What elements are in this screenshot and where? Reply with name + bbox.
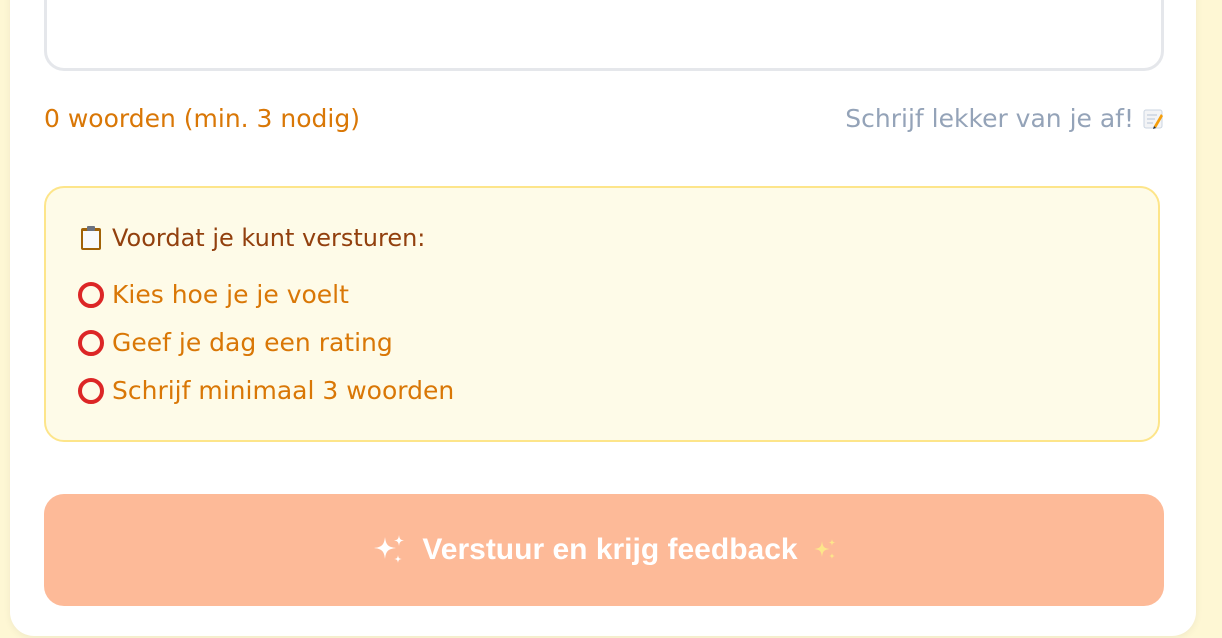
writing-hint-label: Schrijf lekker van je af! (845, 103, 1134, 133)
checklist-heading: Voordat je kunt versturen: (78, 224, 425, 252)
checklist-item-rating: Geef je dag een rating (78, 328, 393, 357)
checklist-item-label: Kies hoe je je voelt (112, 280, 349, 309)
submit-requirements-panel: Voordat je kunt versturen: Kies hoe je j… (44, 186, 1160, 442)
checklist-item-label: Geef je dag een rating (112, 328, 393, 357)
hollow-red-circle-icon (78, 377, 104, 404)
checklist-item-label: Schrijf minimaal 3 woorden (112, 376, 455, 405)
sparkles-icon (370, 531, 408, 569)
submit-button-label: Verstuur en krijg feedback (422, 533, 798, 566)
hollow-red-circle-icon (78, 281, 104, 308)
checklist-title: Voordat je kunt versturen: (112, 224, 426, 252)
checklist-item-mood: Kies hoe je je voelt (78, 280, 349, 309)
checklist-item-words: Schrijf minimaal 3 woorden (78, 376, 454, 405)
memo-icon (1142, 107, 1164, 129)
sparkles-icon (812, 537, 838, 563)
editor-meta-row: 0 woorden (min. 3 nodig) Schrijf lekker … (44, 98, 1164, 138)
clipboard-icon (78, 225, 104, 251)
word-count-label: 0 woorden (min. 3 nodig) (44, 103, 360, 133)
submit-feedback-button[interactable]: Verstuur en krijg feedback (44, 494, 1164, 606)
hollow-red-circle-icon (78, 329, 104, 356)
journal-textarea[interactable] (44, 0, 1164, 71)
writing-hint: Schrijf lekker van je af! (845, 104, 1164, 133)
